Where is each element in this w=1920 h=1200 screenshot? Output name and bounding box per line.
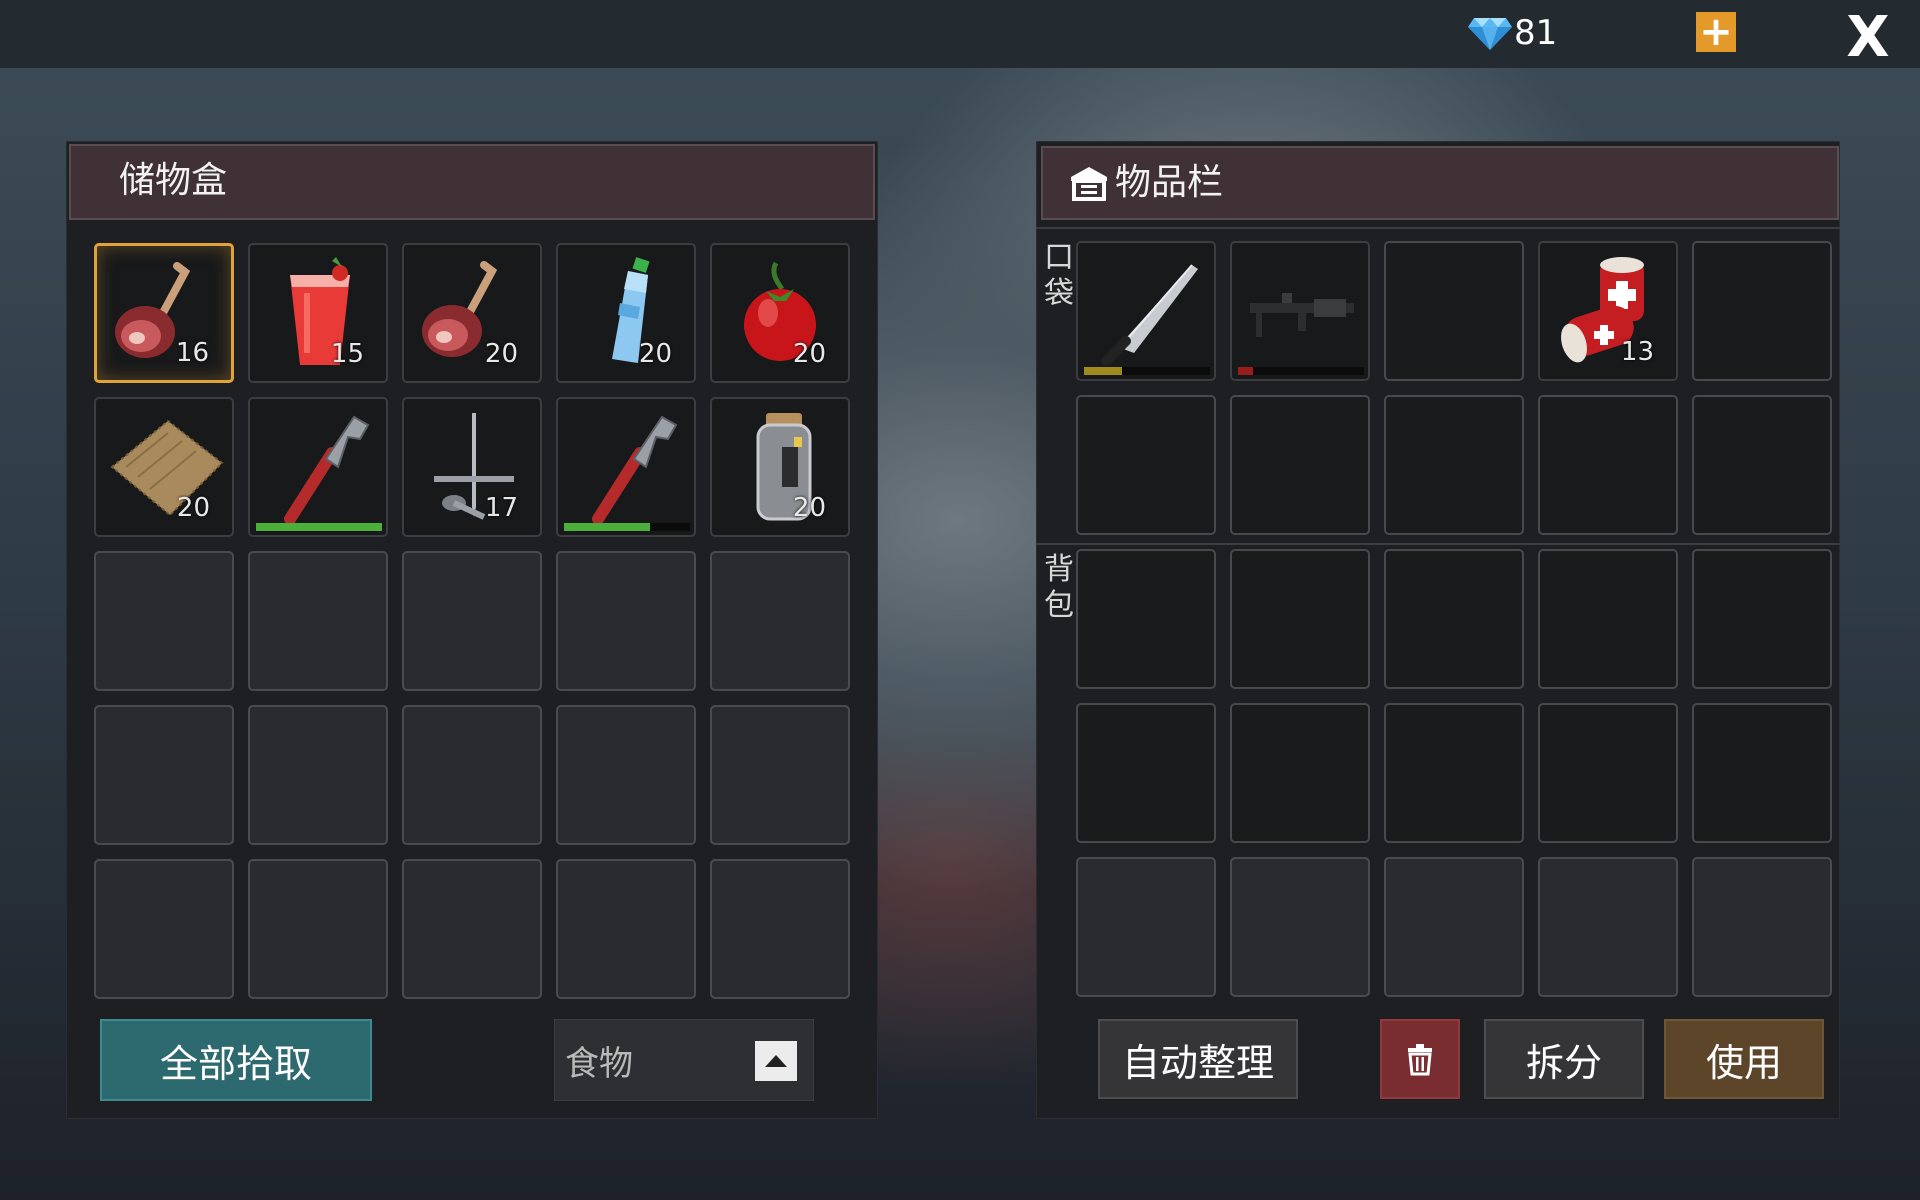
durability-fill: [564, 523, 650, 531]
pocket-slot[interactable]: [1230, 241, 1370, 381]
item-count: 15: [330, 339, 364, 369]
storage-slot[interactable]: 20: [94, 397, 234, 537]
pocket-slot[interactable]: [1384, 241, 1524, 381]
storage-slot[interactable]: 16: [94, 243, 234, 383]
durability-bar: [1084, 367, 1210, 375]
durability-bar: [564, 523, 690, 531]
backpack-slot[interactable]: [1076, 703, 1216, 843]
backpack-slot[interactable]: [1538, 857, 1678, 997]
pipe-wrench-icon: [284, 415, 370, 525]
add-gems-button[interactable]: +: [1696, 12, 1736, 52]
top-bar: 81 + X: [0, 0, 1920, 68]
pocket-slot[interactable]: [1692, 395, 1832, 535]
backpack-slot[interactable]: [1230, 549, 1370, 689]
storage-box-icon: [1071, 167, 1107, 201]
pocket-slot[interactable]: [1076, 395, 1216, 535]
trash-button[interactable]: [1380, 1019, 1460, 1099]
storage-slot[interactable]: [402, 705, 542, 845]
backpack-slot[interactable]: [1384, 703, 1524, 843]
pipe-wrench-icon: [592, 415, 678, 525]
storage-slot[interactable]: [556, 705, 696, 845]
storage-slot[interactable]: [248, 551, 388, 691]
backpack-slot[interactable]: [1230, 857, 1370, 997]
backpack-slot[interactable]: [1384, 549, 1524, 689]
pocket-slot[interactable]: [1230, 395, 1370, 535]
pickup-all-button[interactable]: 全部拾取: [100, 1019, 372, 1101]
storage-slot[interactable]: [402, 859, 542, 999]
auto-sort-button[interactable]: 自动整理: [1098, 1019, 1298, 1099]
item-count: 13: [1620, 337, 1654, 367]
pocket-slot[interactable]: [1076, 241, 1216, 381]
chevron-up-icon[interactable]: [755, 1041, 797, 1081]
durability-fill: [1084, 367, 1122, 375]
durability-fill: [1238, 367, 1254, 375]
item-count: 20: [792, 339, 826, 369]
backpack-slot[interactable]: [1692, 549, 1832, 689]
storage-slot[interactable]: 20: [402, 243, 542, 383]
item-count: 20: [176, 493, 210, 523]
trash-icon: [1408, 1044, 1432, 1076]
pocket-label: 口袋: [1044, 240, 1074, 311]
storage-slot[interactable]: [94, 859, 234, 999]
backpack-slot[interactable]: [1384, 857, 1524, 997]
item-count: 17: [484, 493, 518, 523]
item-count: 20: [638, 339, 672, 369]
storage-slot[interactable]: [402, 551, 542, 691]
category-filter-dropdown[interactable]: 食物: [554, 1019, 814, 1101]
storage-slot[interactable]: [710, 551, 850, 691]
rifle-icon: [1250, 293, 1354, 337]
item-count: 16: [175, 338, 209, 368]
storage-slot[interactable]: 20: [556, 243, 696, 383]
storage-slot[interactable]: [710, 705, 850, 845]
backpack-label: 背包: [1044, 552, 1074, 623]
item-count: 20: [484, 339, 518, 369]
machete-icon: [1101, 264, 1198, 366]
split-button[interactable]: 拆分: [1484, 1019, 1644, 1099]
ham-leg-icon: [115, 262, 191, 358]
divider: [1036, 227, 1840, 229]
storage-slot[interactable]: [94, 705, 234, 845]
storage-slot[interactable]: 17: [402, 397, 542, 537]
divider: [1036, 543, 1840, 545]
durability-bar: [1238, 367, 1364, 375]
backpack-slot[interactable]: [1076, 857, 1216, 997]
storage-slot[interactable]: 20: [710, 397, 850, 537]
storage-slot[interactable]: [556, 859, 696, 999]
backpack-slot[interactable]: [1538, 549, 1678, 689]
close-button[interactable]: X: [1844, 10, 1892, 66]
storage-slot[interactable]: [248, 859, 388, 999]
durability-bar: [256, 523, 382, 531]
backpack-slot[interactable]: [1692, 703, 1832, 843]
use-button[interactable]: 使用: [1664, 1019, 1824, 1099]
item-count: 20: [792, 493, 826, 523]
storage-slot[interactable]: [248, 397, 388, 537]
filter-value: 食物: [565, 1043, 633, 1084]
storage-slot[interactable]: 20: [710, 243, 850, 383]
storage-slot[interactable]: [248, 705, 388, 845]
pocket-slot[interactable]: [1538, 395, 1678, 535]
diamond-icon: [1468, 18, 1512, 50]
storage-title: 储物盒: [69, 144, 875, 220]
storage-slot[interactable]: [94, 551, 234, 691]
pocket-slot[interactable]: [1384, 395, 1524, 535]
storage-slot[interactable]: [556, 397, 696, 537]
storage-slot[interactable]: [710, 859, 850, 999]
durability-fill: [256, 523, 382, 531]
backpack-slot[interactable]: [1230, 703, 1370, 843]
storage-slot[interactable]: 15: [248, 243, 388, 383]
pocket-slot[interactable]: 13: [1538, 241, 1678, 381]
pocket-slot[interactable]: [1692, 241, 1832, 381]
inventory-title: 物品栏: [1115, 162, 1224, 203]
backpack-slot[interactable]: [1692, 857, 1832, 997]
backpack-slot[interactable]: [1076, 549, 1216, 689]
storage-slot[interactable]: [556, 551, 696, 691]
inventory-header: 物品栏: [1041, 146, 1839, 220]
backpack-slot[interactable]: [1538, 703, 1678, 843]
gem-count: 81: [1514, 13, 1558, 53]
